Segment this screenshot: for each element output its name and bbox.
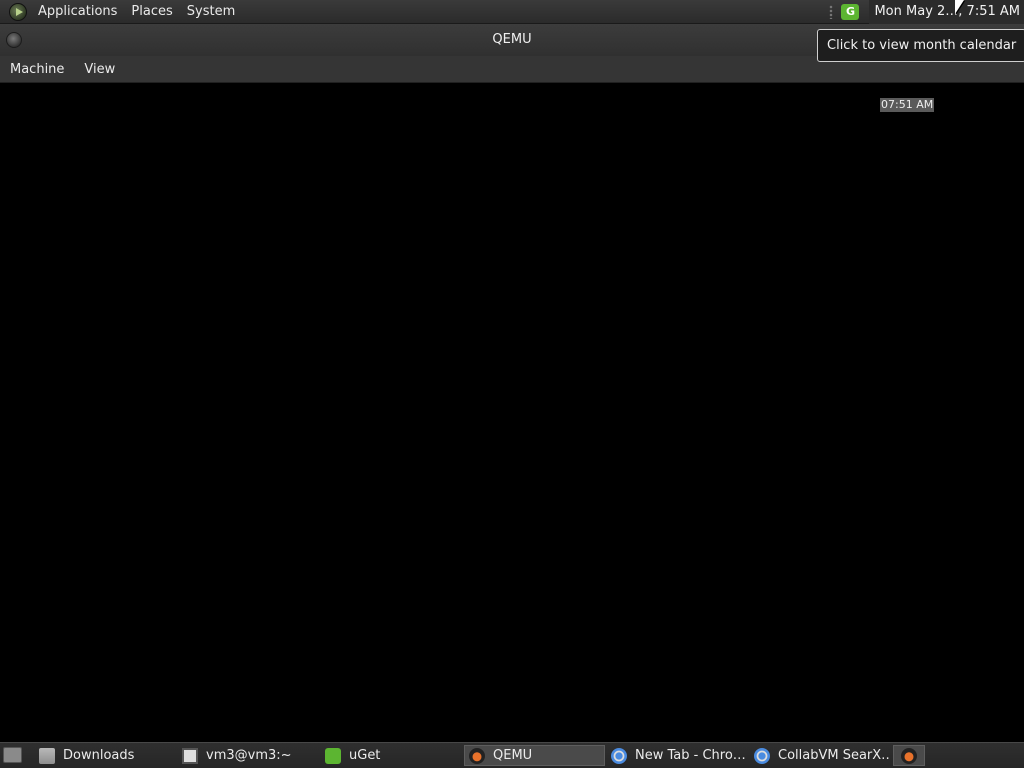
chrome-icon [611,747,627,764]
applications-menu[interactable]: Applications [31,4,124,19]
distro-menu-icon[interactable] [9,2,27,21]
guest-clock: 07:51 AM [880,98,935,112]
view-menu[interactable]: View [74,62,125,77]
machine-menu[interactable]: Machine [0,62,74,77]
task-label: CollabVM SearX… [778,748,890,763]
uget-icon [325,747,341,764]
system-menu[interactable]: System [180,4,242,19]
show-desktop-icon[interactable] [3,747,22,763]
qemu-window: QEMU Machine View 07:51 AM [0,24,1024,742]
task-uget[interactable]: uGet [321,745,459,766]
qemu-icon [901,747,917,764]
task-new-tab-chrome[interactable]: New Tab - Chro… [607,745,747,766]
qemu-icon [469,747,485,764]
tray-handle-icon[interactable] [829,5,834,19]
folder-icon [39,747,55,764]
panel-clock[interactable]: Mon May 2…, 7:51 AM [869,0,1024,24]
task-label: uGet [349,748,381,763]
top-panel: Applications Places System G Mon May 2…,… [0,0,1024,24]
task-label: vm3@vm3:~ [206,748,292,763]
vm-display[interactable]: 07:51 AM [0,83,1024,742]
window-title: QEMU [492,32,532,47]
bottom-panel: Downloads vm3@vm3:~ uGet QEMU New Tab - … [0,742,1024,768]
window-menu-icon[interactable] [6,32,22,48]
places-menu[interactable]: Places [124,4,179,19]
task-downloads[interactable]: Downloads [35,745,173,766]
task-qemu[interactable]: QEMU [464,745,605,766]
task-qemu-secondary[interactable] [893,745,925,766]
calendar-tooltip: Click to view month calendar [817,29,1024,62]
task-terminal[interactable]: vm3@vm3:~ [178,745,316,766]
task-label: QEMU [493,748,533,763]
task-label: Downloads [63,748,135,763]
task-collabvm-searx[interactable]: CollabVM SearX… [750,745,890,766]
terminal-icon [182,747,198,764]
mouse-cursor-icon [955,0,964,14]
task-label: New Tab - Chro… [635,748,746,763]
chrome-icon [754,747,770,764]
system-tray: G Mon May 2…, 7:51 AM [829,0,1024,24]
uget-tray-icon[interactable]: G [841,4,860,20]
